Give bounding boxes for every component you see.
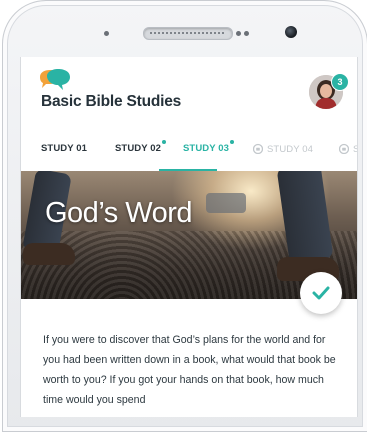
left-shoe <box>23 243 75 265</box>
tab-study-05[interactable]: S <box>339 143 357 155</box>
phone-speaker <box>143 27 233 40</box>
chat-bubbles-logo-icon <box>40 69 70 90</box>
sensor-dot <box>236 31 241 36</box>
check-icon <box>312 286 330 300</box>
study-tabs: STUDY 01 STUDY 02 STUDY 03 STUDY 04 S <box>21 129 357 172</box>
tab-study-02[interactable]: STUDY 02 <box>115 140 166 154</box>
tab-label: S <box>353 144 357 155</box>
sensor-dot <box>244 31 249 36</box>
new-indicator-dot <box>230 140 234 144</box>
tab-label: STUDY 01 <box>41 143 88 154</box>
mark-complete-button[interactable] <box>300 272 342 314</box>
sensor-dot <box>104 31 109 36</box>
tab-label: STUDY 04 <box>267 144 314 155</box>
tab-study-01[interactable]: STUDY 01 <box>41 143 87 154</box>
tab-study-03[interactable]: STUDY 03 <box>183 140 234 154</box>
tab-label: STUDY 03 <box>183 143 230 154</box>
tab-study-04[interactable]: STUDY 04 <box>253 143 313 155</box>
new-indicator-dot <box>162 140 166 144</box>
tab-label: STUDY 02 <box>115 143 162 154</box>
notification-badge: 3 <box>331 73 349 91</box>
profile-avatar-button[interactable]: 3 <box>309 73 349 115</box>
background-car <box>206 193 246 213</box>
app-screen: Basic Bible Studies 3 STUDY 01 STUDY 02 … <box>20 57 358 417</box>
study-intro-paragraph: If you were to discover that God’s plans… <box>43 334 336 406</box>
app-header: Basic Bible Studies 3 <box>21 57 357 129</box>
lock-icon <box>339 143 349 154</box>
app-title: Basic Bible Studies <box>41 93 182 110</box>
lock-icon <box>253 143 263 154</box>
study-title: God’s Word <box>45 197 193 229</box>
front-camera <box>285 26 297 38</box>
